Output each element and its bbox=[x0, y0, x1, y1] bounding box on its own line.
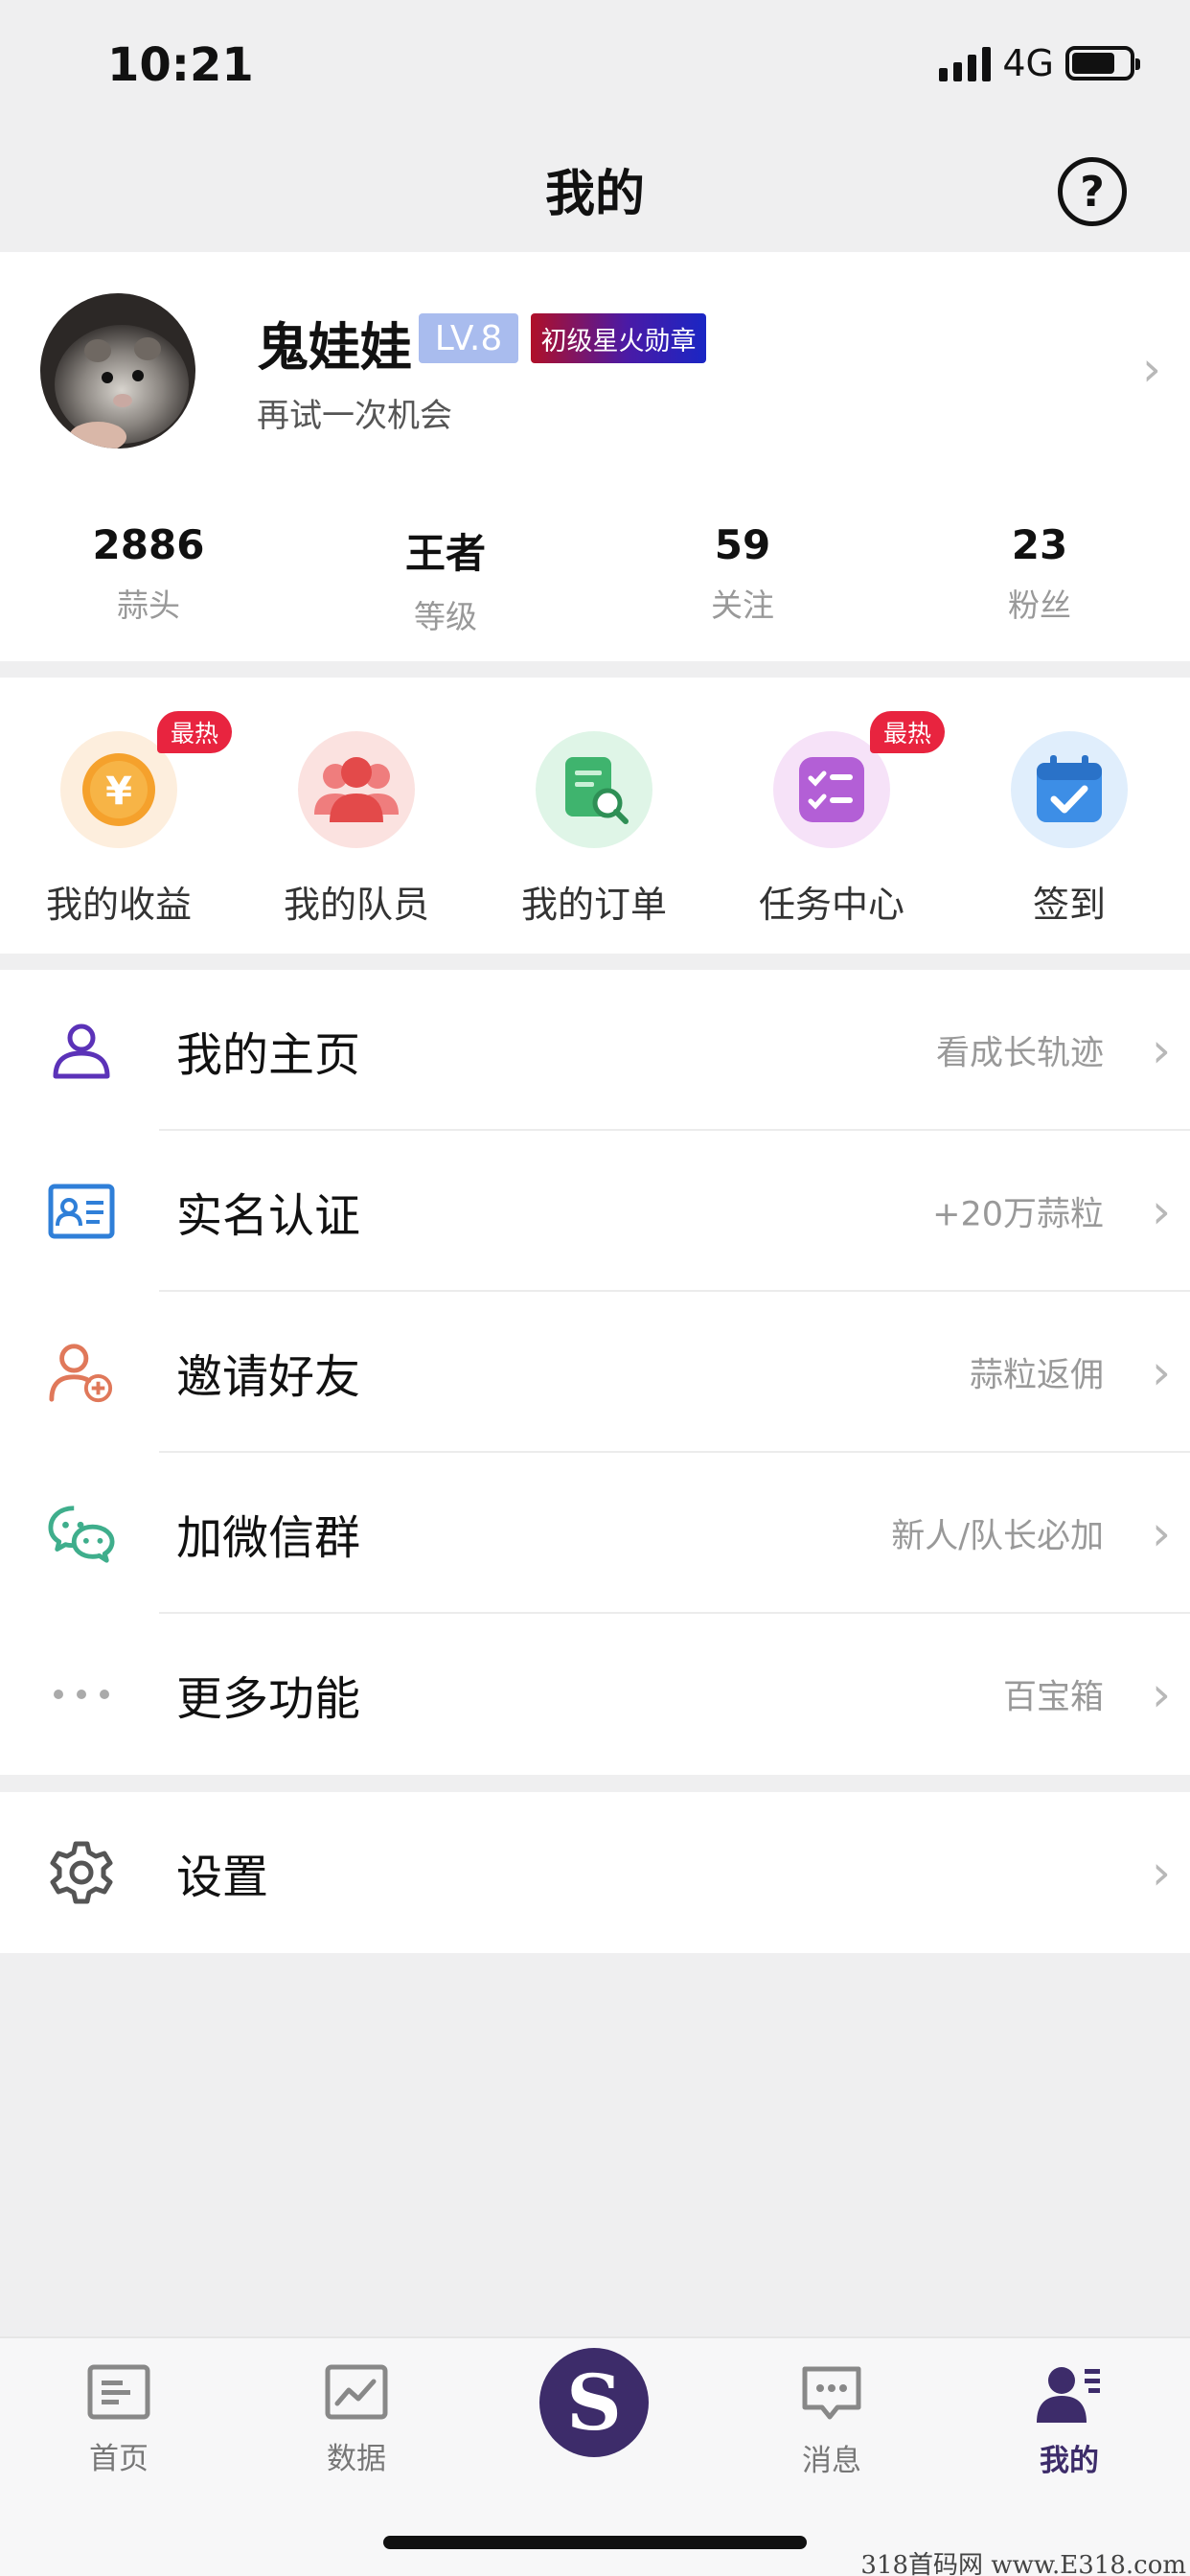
menu-item-label: 加微信群 bbox=[176, 1511, 361, 1565]
stat-garlic[interactable]: 2886 蒜头 bbox=[0, 521, 297, 626]
signal-icon bbox=[939, 45, 992, 81]
shortcut-label: 签到 bbox=[1032, 884, 1106, 926]
tab-mine[interactable]: 我的 bbox=[950, 2363, 1188, 2479]
hot-badge: 最热 bbox=[157, 711, 232, 753]
menu-item-label: 更多功能 bbox=[176, 1672, 361, 1726]
center-symbol: S bbox=[566, 2358, 622, 2448]
team-icon bbox=[298, 731, 415, 848]
more-dots-icon bbox=[48, 1661, 115, 1728]
shortcut-task-center[interactable]: 任务中心 bbox=[713, 731, 950, 928]
shortcut-label: 我的队员 bbox=[283, 884, 429, 926]
profile-list-icon bbox=[1037, 2367, 1100, 2423]
menu-item-more-features[interactable]: 更多功能 百宝箱 › bbox=[0, 1614, 1190, 1775]
wechat-icon bbox=[48, 1500, 115, 1567]
stat-label: 等级 bbox=[414, 598, 477, 635]
stat-label: 蒜头 bbox=[117, 586, 180, 624]
dollar-center-icon: S bbox=[539, 2348, 649, 2457]
user-signature: 再试一次机会 bbox=[257, 397, 452, 435]
stat-label: 粉丝 bbox=[1008, 586, 1071, 624]
menu-item-settings[interactable]: 设置 › bbox=[0, 1792, 1190, 1953]
network-type: 4G bbox=[1002, 42, 1054, 84]
stat-value: 王者 bbox=[404, 530, 486, 577]
medal-badge[interactable]: 初级星火勋章 bbox=[531, 313, 706, 363]
stat-label: 关注 bbox=[711, 586, 774, 624]
hot-badge: 最热 bbox=[870, 711, 945, 753]
stat-value: 23 bbox=[1011, 521, 1068, 568]
chevron-right-icon: › bbox=[1152, 1506, 1171, 1561]
chevron-right-icon: › bbox=[1152, 1023, 1171, 1078]
battery-icon bbox=[1065, 46, 1140, 80]
user-icon bbox=[48, 1017, 115, 1084]
menu-item-hint: 新人/队长必加 bbox=[891, 1517, 1104, 1556]
help-button[interactable]: ? bbox=[1058, 157, 1127, 226]
shortcut-label: 我的订单 bbox=[520, 884, 667, 926]
id-card-icon bbox=[48, 1178, 115, 1245]
tab-label: 数据 bbox=[327, 2442, 386, 2476]
menu-item-join-wechat-group[interactable]: 加微信群 新人/队长必加 › bbox=[0, 1453, 1190, 1614]
help-icon: ? bbox=[1080, 167, 1105, 217]
menu-item-hint: 百宝箱 bbox=[1002, 1678, 1104, 1717]
menu-item-label: 我的主页 bbox=[176, 1028, 361, 1082]
add-user-icon bbox=[48, 1339, 115, 1406]
menu-item-label: 设置 bbox=[176, 1851, 269, 1904]
user-name: 鬼娃娃 bbox=[257, 317, 412, 378]
menu-item-hint: 蒜粒返佣 bbox=[969, 1356, 1104, 1395]
tab-data[interactable]: 数据 bbox=[238, 2363, 475, 2477]
home-indicator[interactable] bbox=[383, 2536, 807, 2549]
chevron-right-icon: › bbox=[1152, 1345, 1171, 1400]
stat-level[interactable]: 王者 等级 bbox=[297, 521, 594, 637]
menu-item-hint: +20万蒜粒 bbox=[932, 1195, 1104, 1234]
menu-item-label: 邀请好友 bbox=[176, 1350, 361, 1404]
stat-followers[interactable]: 23 粉丝 bbox=[891, 521, 1188, 626]
shortcut-label: 任务中心 bbox=[758, 884, 904, 926]
tab-label: 首页 bbox=[89, 2442, 149, 2476]
chevron-right-icon: › bbox=[1152, 1845, 1171, 1900]
gear-icon bbox=[48, 1839, 115, 1906]
message-icon bbox=[802, 2366, 861, 2420]
status-indicators: 4G bbox=[939, 42, 1140, 84]
shortcut-label: 我的收益 bbox=[45, 884, 192, 926]
menu-item-invite-friends[interactable]: 邀请好友 蒜粒返佣 › bbox=[0, 1292, 1190, 1453]
order-search-icon bbox=[536, 731, 652, 848]
svg-text:¥: ¥ bbox=[105, 770, 132, 814]
menu-item-label: 实名认证 bbox=[176, 1189, 361, 1243]
tab-home[interactable]: 首页 bbox=[0, 2363, 238, 2477]
level-badge: LV.8 bbox=[419, 313, 518, 363]
chevron-right-icon: › bbox=[1152, 1184, 1171, 1239]
profile-chevron-right-icon[interactable]: › bbox=[1142, 341, 1161, 397]
chevron-right-icon: › bbox=[1152, 1667, 1171, 1722]
watermark: 318首码网 www.E318.com bbox=[860, 2551, 1186, 2576]
tab-center[interactable]: S bbox=[475, 2348, 713, 2457]
shortcut-my-orders[interactable]: 我的订单 bbox=[475, 731, 713, 928]
menu-item-my-homepage[interactable]: 我的主页 看成长轨迹 › bbox=[0, 970, 1190, 1131]
stat-value: 2886 bbox=[92, 521, 205, 568]
stat-following[interactable]: 59 关注 bbox=[594, 521, 891, 626]
status-time: 10:21 bbox=[107, 38, 254, 92]
tab-label: 我的 bbox=[1040, 2444, 1099, 2478]
home-doc-icon bbox=[87, 2364, 150, 2420]
chart-icon bbox=[325, 2364, 388, 2420]
shortcut-check-in[interactable]: 签到 bbox=[950, 731, 1188, 928]
shortcut-my-earnings[interactable]: ¥ 我的收益 bbox=[0, 731, 238, 928]
tab-label: 消息 bbox=[802, 2444, 861, 2478]
avatar[interactable] bbox=[40, 293, 195, 448]
page-title: 我的 bbox=[544, 166, 645, 223]
stat-value: 59 bbox=[714, 521, 771, 568]
menu-item-hint: 看成长轨迹 bbox=[935, 1034, 1104, 1073]
menu-item-real-name-verify[interactable]: 实名认证 +20万蒜粒 › bbox=[0, 1131, 1190, 1292]
tab-messages[interactable]: 消息 bbox=[713, 2363, 950, 2479]
calendar-check-icon bbox=[1011, 731, 1128, 848]
shortcut-my-team[interactable]: 我的队员 bbox=[238, 731, 475, 928]
